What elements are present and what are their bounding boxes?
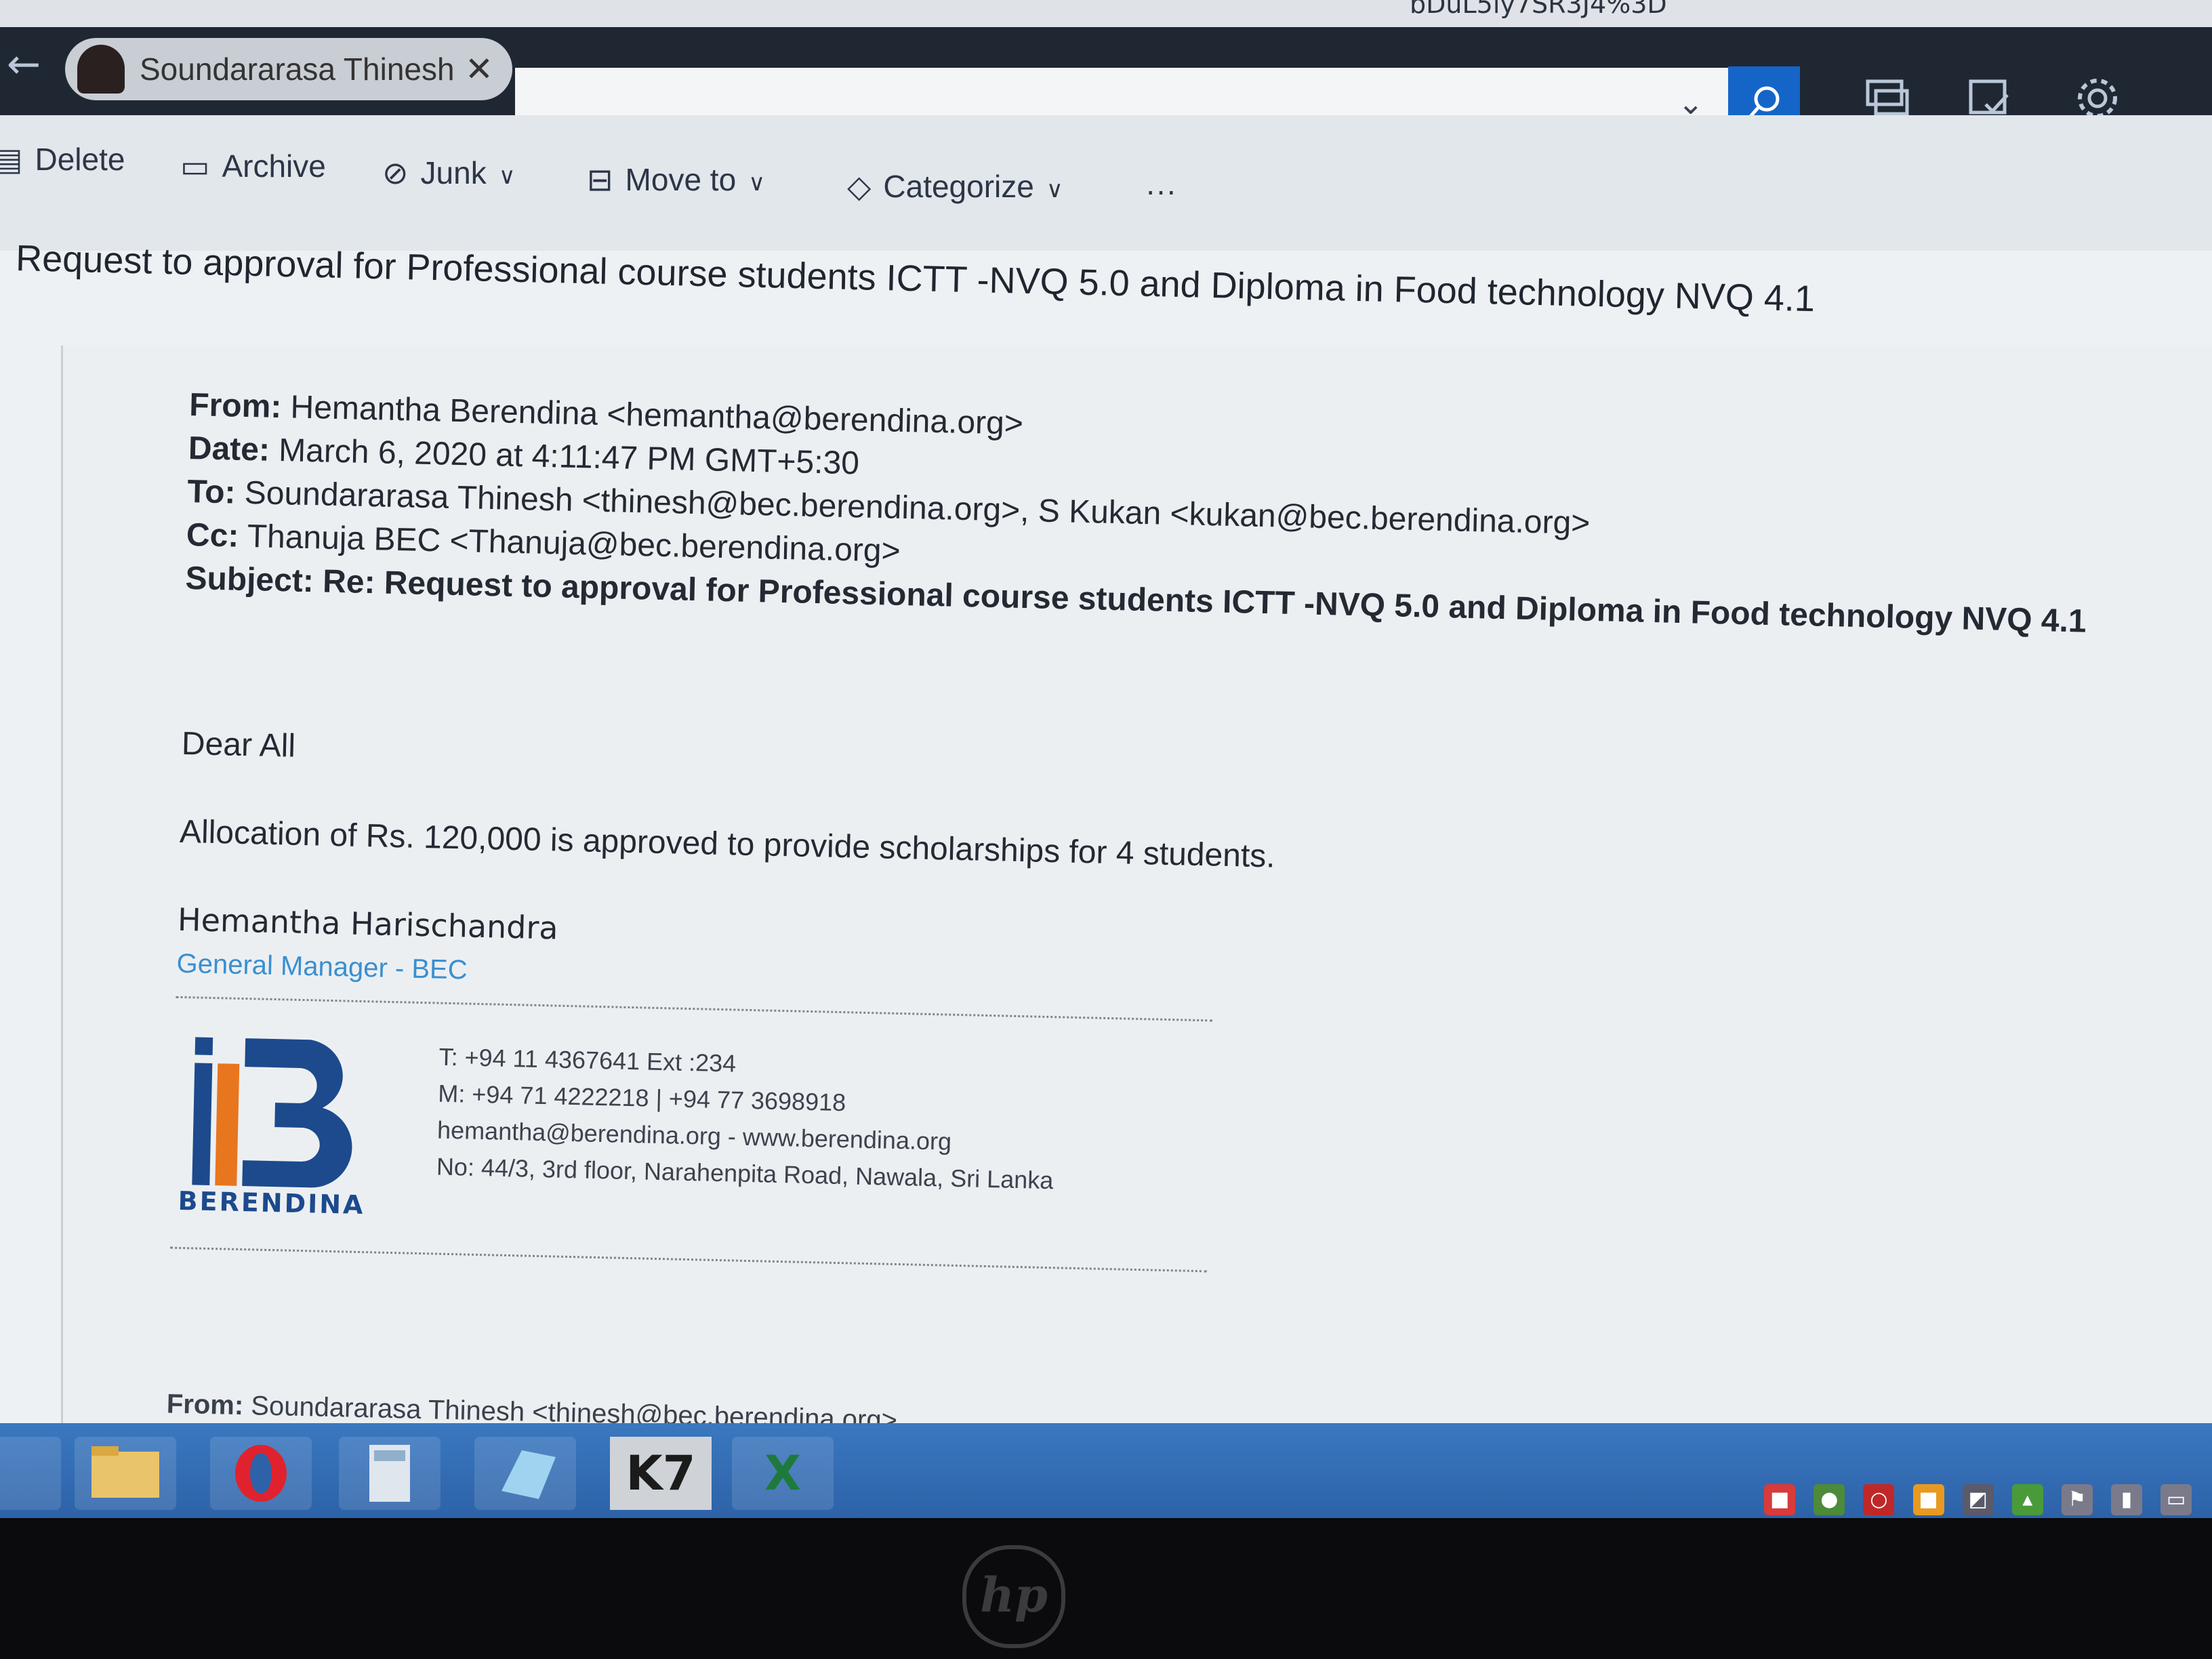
logo-wordmark: BERENDINA <box>178 1185 365 1221</box>
back-arrow-icon[interactable]: ← <box>0 41 47 88</box>
signature-divider-bottom <box>170 1246 1207 1273</box>
signature-phone: T: +94 11 4367641 Ext :234 <box>438 1042 737 1078</box>
tray-flag-icon[interactable]: ⚑ <box>2061 1484 2093 1515</box>
signature-web[interactable]: hemantha@berendina.org - www.berendina.o… <box>437 1116 952 1156</box>
taskbar-opera[interactable] <box>210 1437 312 1510</box>
folder-move-icon: ⊟ <box>587 162 613 197</box>
signature-address: No: 44/3, 3rd floor, Narahenpita Road, N… <box>436 1152 1054 1195</box>
k7-icon: K7 <box>610 1437 712 1510</box>
person-tab-name: Soundararasa Thinesh <box>140 52 455 87</box>
tray-security-icon[interactable]: ■ <box>1912 1484 1944 1515</box>
greeting: Dear All <box>181 725 296 764</box>
message-body: From: Hemantha Berendina <hemantha@beren… <box>165 386 2155 1515</box>
avatar <box>77 45 125 94</box>
categorize-label: Categorize <box>883 169 1034 204</box>
archive-button[interactable]: ▭ Archive <box>180 136 326 197</box>
junk-label: Junk <box>420 155 487 190</box>
chevron-down-icon: ∨ <box>1046 177 1063 203</box>
signature-divider-top <box>176 996 1213 1022</box>
move-to-button[interactable]: ⊟ Move to ∨ <box>587 149 765 210</box>
archive-label: Archive <box>222 148 326 184</box>
categorize-button[interactable]: ◇ Categorize ∨ <box>847 156 1063 217</box>
chevron-down-icon: ∨ <box>748 170 766 196</box>
to-label: To: <box>186 473 237 511</box>
laptop-bezel: hp <box>0 1518 2212 1659</box>
tray-app-icon[interactable]: ■ <box>1764 1484 1796 1515</box>
tray-display-icon[interactable]: ▭ <box>2160 1484 2192 1515</box>
url-text: bDuL5ly7SR3J4%3D <box>1410 0 1667 19</box>
header-date: Date: March 6, 2020 at 4:11:47 PM GMT+5:… <box>188 430 859 482</box>
tag-icon: ◇ <box>847 169 872 204</box>
people-search-tab[interactable]: Soundararasa Thinesh ✕ <box>65 38 512 100</box>
body-paragraph: Allocation of Rs. 120,000 is approved to… <box>179 813 1276 875</box>
taskbar-file-explorer[interactable] <box>75 1437 176 1510</box>
notes-icon <box>501 1450 556 1499</box>
move-to-label: Move to <box>625 162 737 197</box>
taskbar-notes[interactable] <box>474 1437 576 1510</box>
taskbar-calculator[interactable] <box>339 1437 441 1510</box>
quoted-from-label: From: <box>166 1389 244 1421</box>
hp-logo: hp <box>962 1545 1065 1648</box>
block-icon: ⊘ <box>382 155 409 190</box>
subject-value: Request to approval for Professional cou… <box>374 565 2087 640</box>
taskbar-excel[interactable]: X <box>732 1437 834 1510</box>
header-subject: Subject: Re: Request to approval for Pro… <box>185 560 2087 640</box>
junk-button[interactable]: ⊘ Junk ∨ <box>382 142 516 203</box>
delete-label: Delete <box>35 142 125 177</box>
cc-value: Thanuja BEC <Thanuja@bec.berendina.org> <box>238 518 901 569</box>
command-toolbar: ▤ Delete ▭ Archive ⊘ Junk ∨ ⊟ Move to ∨ ◇ Categ… <box>0 115 2212 251</box>
tray-k7-icon[interactable]: ◩ <box>1962 1484 1994 1515</box>
cc-label: Cc: <box>186 516 239 554</box>
tray-battery-icon[interactable]: ▮ <box>2110 1484 2142 1515</box>
signature-mobile: M: +94 71 4222218 | +94 77 3698918 <box>437 1079 846 1117</box>
excel-icon: X <box>764 1446 801 1501</box>
date-label: Date: <box>188 430 270 468</box>
tray-opera-icon[interactable]: ○ <box>1863 1484 1895 1515</box>
url-strip: bDuL5ly7SR3J4%3D <box>0 0 2212 27</box>
tray-update-icon[interactable]: ▴ <box>2011 1484 2043 1515</box>
folder-icon <box>91 1446 159 1498</box>
archive-icon: ▭ <box>180 148 210 184</box>
date-value: March 6, 2020 at 4:11:47 PM GMT+5:30 <box>269 432 860 482</box>
subject-label: Subject: Re: <box>184 560 376 601</box>
trash-icon: ▤ <box>0 142 23 177</box>
chevron-down-icon: ∨ <box>498 163 516 189</box>
taskbar: K7 X ■ ● ○ ■ ◩ ▴ ⚑ ▮ ▭ <box>0 1423 2212 1518</box>
taskbar-k7-antivirus[interactable]: K7 <box>610 1437 712 1510</box>
signature-role: General Manager - BEC <box>176 948 468 985</box>
tray-network-icon[interactable]: ● <box>1814 1484 1845 1515</box>
calculator-icon <box>369 1445 410 1502</box>
close-icon[interactable]: ✕ <box>465 38 493 100</box>
from-label: From: <box>188 386 282 426</box>
start-button[interactable] <box>0 1437 61 1510</box>
signature-name: Hemantha Harischandra <box>177 901 559 947</box>
more-actions-button[interactable]: ··· <box>1145 160 1176 221</box>
opera-icon <box>235 1445 287 1502</box>
delete-button[interactable]: ▤ Delete <box>0 129 125 190</box>
